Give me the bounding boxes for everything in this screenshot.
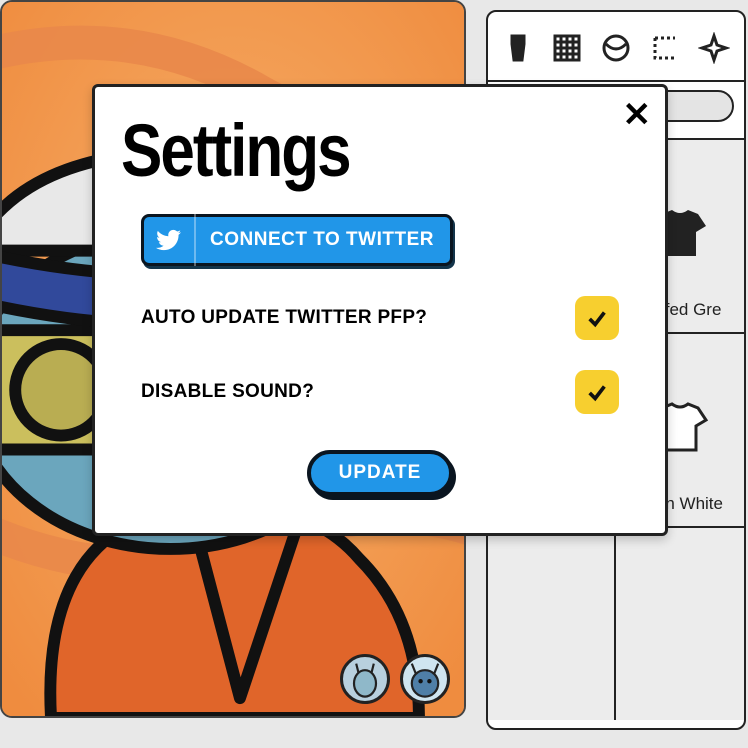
tab-frame-icon[interactable] xyxy=(648,30,683,66)
auto-pfp-checkbox[interactable] xyxy=(575,296,619,340)
twitter-icon xyxy=(144,214,196,266)
tab-ball-icon[interactable] xyxy=(598,30,633,66)
settings-modal: ✕ Settings CONNECT TO TWITTER AUTO UPDAT… xyxy=(92,84,668,536)
check-icon xyxy=(586,307,608,329)
disable-sound-label: DISABLE SOUND? xyxy=(141,381,314,403)
connect-twitter-button[interactable]: CONNECT TO TWITTER xyxy=(141,214,453,266)
update-button[interactable]: UPDATE xyxy=(307,450,454,496)
connect-twitter-label: CONNECT TO TWITTER xyxy=(196,229,434,251)
avatar-thumbnails xyxy=(340,654,450,704)
avatar-thumb-1[interactable] xyxy=(340,654,390,704)
tab-pants-icon[interactable] xyxy=(500,30,535,66)
avatar-thumb-2[interactable] xyxy=(400,654,450,704)
tab-sparkle-icon[interactable] xyxy=(697,30,732,66)
check-icon xyxy=(586,381,608,403)
modal-title: Settings xyxy=(121,109,639,194)
item-cell[interactable] xyxy=(488,526,616,720)
disable-sound-checkbox[interactable] xyxy=(575,370,619,414)
tab-pattern-icon[interactable] xyxy=(549,30,584,66)
auto-pfp-label: AUTO UPDATE TWITTER PFP? xyxy=(141,307,427,329)
item-cell[interactable] xyxy=(616,526,744,720)
category-tabs xyxy=(488,12,744,80)
